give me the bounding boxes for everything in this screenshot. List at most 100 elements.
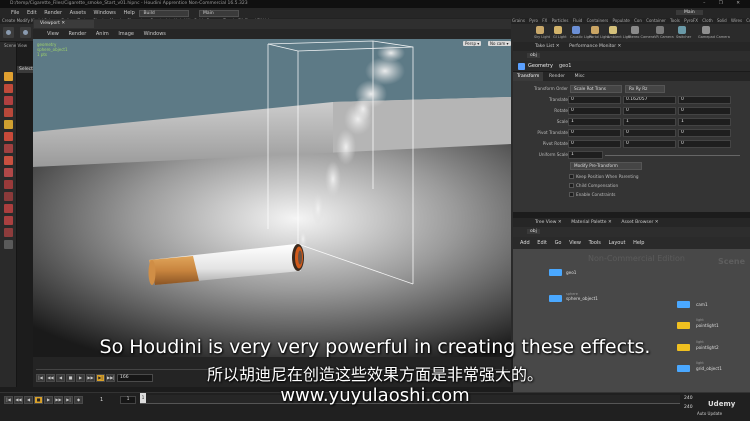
viewport-menu-anim[interactable]: Anim: [92, 29, 113, 39]
geo1-node[interactable]: [549, 269, 562, 276]
translate-z-field[interactable]: 0: [678, 96, 731, 104]
rotate-order-dropdown[interactable]: Rx Ry Rz: [625, 85, 665, 93]
pointlight1-node[interactable]: [677, 322, 690, 329]
ghost-tool-icon[interactable]: [4, 240, 13, 249]
sphere-object-node[interactable]: [549, 295, 562, 302]
uniform-scale-slider[interactable]: [605, 155, 740, 156]
network-menu-tools[interactable]: Tools: [586, 237, 604, 249]
menu-render[interactable]: Render: [41, 8, 65, 18]
tab-transform[interactable]: Transform: [513, 72, 544, 81]
pivot-translate-z-field[interactable]: 0: [678, 129, 731, 137]
view-tool-icon[interactable]: [4, 120, 13, 129]
shelf-tool-icon[interactable]: [3, 27, 14, 38]
viewport-menu: View Render Anim Image Windows: [33, 29, 511, 39]
tab-asset-browser[interactable]: Asset Browser ✕: [617, 218, 662, 227]
node-name[interactable]: geo1: [559, 63, 572, 69]
stereo-camera-icon[interactable]: [631, 26, 639, 34]
window-controls[interactable]: – ❐ ✕: [703, 0, 746, 8]
transform-order-dropdown[interactable]: Scale Rot Trans: [570, 85, 622, 93]
right-main-dropdown[interactable]: Main: [676, 10, 703, 15]
viewport-menu-render[interactable]: Render: [64, 29, 90, 39]
handle-tool-icon[interactable]: [4, 132, 13, 141]
persp-camera-menu[interactable]: Persp ▾: [463, 41, 482, 46]
desktop-main-dropdown[interactable]: Main: [199, 9, 240, 17]
uniform-scale-field[interactable]: 1: [568, 151, 603, 159]
cam1-node[interactable]: [677, 301, 690, 308]
rotate-x-field[interactable]: 0: [568, 107, 621, 115]
modify-pre-transform-dropdown[interactable]: Modify Pre-Transform: [570, 162, 642, 170]
scale-z-field[interactable]: 1: [678, 118, 731, 126]
menu-assets[interactable]: Assets: [67, 8, 89, 18]
pivot-translate-x-field[interactable]: 0: [568, 129, 621, 137]
translate-y-field[interactable]: 0.162057: [623, 96, 676, 104]
no-cam-menu[interactable]: No cam ▾: [488, 41, 511, 46]
subtitle-english: So Houdini is very very powerful in crea…: [99, 336, 651, 358]
grid-tool-icon[interactable]: [4, 204, 13, 213]
parameter-tabs: Transform Render Misc: [513, 72, 750, 81]
pivot-rotate-x-field[interactable]: 0: [568, 140, 621, 148]
scale-x-field[interactable]: 1: [568, 118, 621, 126]
pivot-rotate-z-field[interactable]: 0: [678, 140, 731, 148]
viewport-menu-windows[interactable]: Windows: [140, 29, 170, 39]
network-menu-edit[interactable]: Edit: [534, 237, 550, 249]
node-label: geo1: [566, 270, 577, 275]
menu-edit[interactable]: Edit: [24, 8, 40, 18]
translate-x-field[interactable]: 0: [568, 96, 621, 104]
menu-windows[interactable]: Windows: [91, 8, 119, 18]
right-shelf-tabs[interactable]: Grains Pyro FX Particles Fluid Container…: [508, 18, 750, 24]
network-menu-layout[interactable]: Layout: [605, 237, 628, 249]
network-menu-view[interactable]: View: [566, 237, 584, 249]
viewport-menu-image[interactable]: Image: [114, 29, 138, 39]
ambient-light-icon[interactable]: [609, 26, 617, 34]
shelf-tool-icon[interactable]: [20, 27, 31, 38]
switcher-icon[interactable]: [678, 26, 686, 34]
brush-tool-icon[interactable]: [4, 144, 13, 153]
viewport-menu-view[interactable]: View: [43, 29, 63, 39]
magnet-tool-icon[interactable]: [4, 168, 13, 177]
3d-viewport[interactable]: [33, 39, 511, 357]
gi-light-icon[interactable]: [554, 26, 562, 34]
enable-constraints-checkbox[interactable]: [569, 192, 574, 197]
pivot-translate-y-field[interactable]: 0: [623, 129, 676, 137]
caustic-light-icon[interactable]: [572, 26, 580, 34]
snap-tool-icon[interactable]: [4, 156, 13, 165]
auto-update-toggle[interactable]: Auto Update: [697, 411, 722, 416]
tab-material-palette[interactable]: Material Palette ✕: [567, 218, 616, 227]
camera-tool-icon[interactable]: [4, 180, 13, 189]
portal-light-icon[interactable]: [591, 26, 599, 34]
tab-render[interactable]: Render: [545, 72, 569, 81]
parameter-path-bar: obj: [513, 51, 750, 61]
sky-light-icon[interactable]: [536, 26, 544, 34]
transform-tool-icon[interactable]: [4, 84, 13, 93]
rotate-y-field[interactable]: 0: [623, 107, 676, 115]
network-menu-add[interactable]: Add: [517, 237, 533, 249]
rotate-tool-icon[interactable]: [4, 96, 13, 105]
pivot-rotate-y-field[interactable]: 0: [623, 140, 676, 148]
tab-take-list[interactable]: Take List ✕: [531, 42, 563, 51]
stereo-camera-label: Stereo Camera: [628, 35, 655, 39]
measure-tool-icon[interactable]: [4, 216, 13, 225]
tab-tree-view[interactable]: Tree View ✕: [531, 218, 566, 227]
menu-help[interactable]: Help: [120, 8, 137, 18]
desktop-build-dropdown[interactable]: Build: [139, 9, 190, 17]
network-path-obj[interactable]: obj: [527, 229, 540, 234]
info-line: 1 pts: [37, 52, 48, 57]
gamepad-camera-icon[interactable]: [702, 26, 710, 34]
child-compensation-checkbox[interactable]: [569, 183, 574, 188]
light-tool-icon[interactable]: [4, 192, 13, 201]
rotate-z-field[interactable]: 0: [678, 107, 731, 115]
keep-position-checkbox[interactable]: [569, 174, 574, 179]
tab-performance-monitor[interactable]: Performance Monitor ✕: [565, 42, 625, 51]
select-tool-icon[interactable]: [4, 72, 13, 81]
vr-camera-icon[interactable]: [656, 26, 664, 34]
network-menu-go[interactable]: Go: [552, 237, 565, 249]
display-tool-icon[interactable]: [4, 228, 13, 237]
viewport-tab[interactable]: Viewport ✕: [34, 20, 94, 28]
menu-file[interactable]: File: [8, 8, 22, 18]
scale-y-field[interactable]: 1: [623, 118, 676, 126]
network-menu-help[interactable]: Help: [630, 237, 647, 249]
tab-misc[interactable]: Misc: [571, 72, 589, 81]
pose-tool-icon[interactable]: [4, 108, 13, 117]
pivot-rotate-row: Pivot Rotate 0 0 0: [513, 140, 750, 149]
path-obj[interactable]: obj: [527, 53, 540, 58]
